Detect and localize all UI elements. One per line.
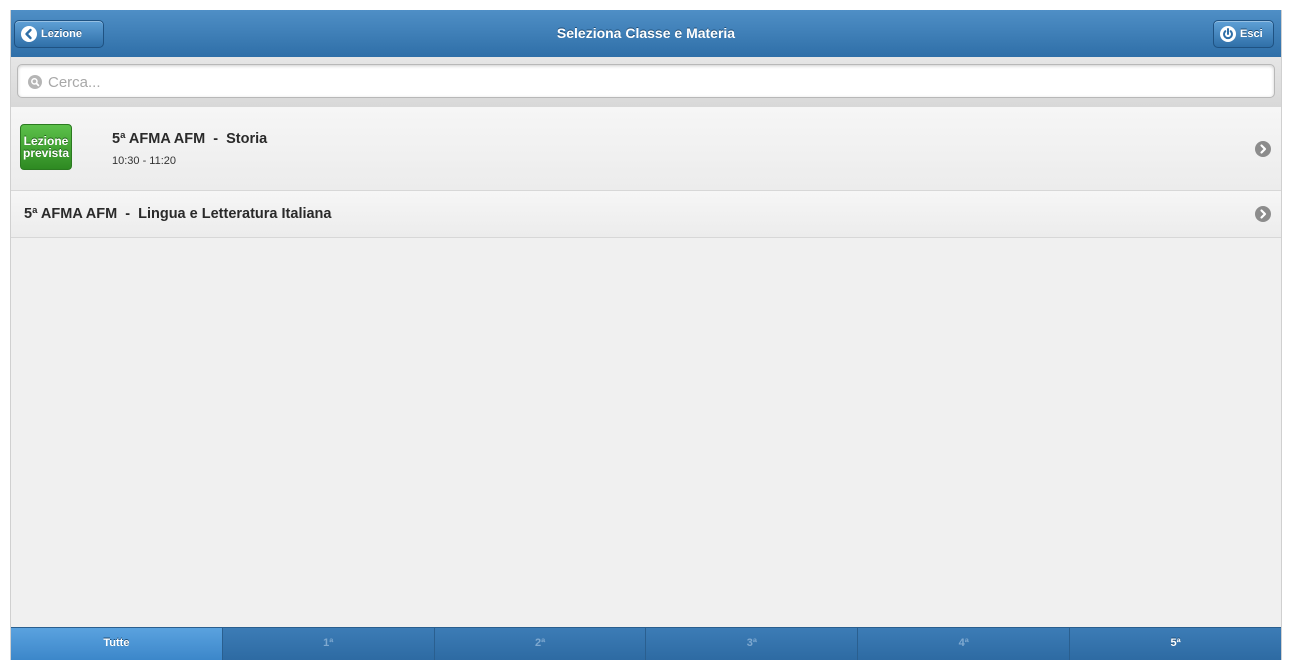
class-filter-tabs: Tutte 1ª 2ª 3ª 4ª 5ª [11,627,1281,660]
search-box[interactable] [17,64,1275,98]
chevron-right-icon [1255,141,1271,157]
app-window: Lezione Seleziona Classe e Materia Esci … [10,10,1282,660]
tab-2[interactable]: 2ª [433,628,646,660]
search-bar [11,57,1281,108]
tab-4[interactable]: 4ª [857,628,1069,660]
page-title: Seleziona Classe e Materia [556,25,736,41]
header-bar: Lezione Seleziona Classe e Materia Esci [11,10,1281,58]
tab-1[interactable]: 1ª [221,628,434,660]
power-icon [1220,26,1236,42]
search-icon [27,74,43,90]
list-item[interactable]: Lezione prevista 5ª AFMA AFM - Storia 10… [11,107,1281,191]
exit-button[interactable]: Esci [1213,20,1274,48]
tab-5[interactable]: 5ª [1069,628,1281,660]
list-item-title: 5ª AFMA AFM - Lingua e Letteratura Itali… [24,206,332,222]
badge-line2: prevista [22,146,70,160]
class-subject-list: Lezione prevista 5ª AFMA AFM - Storia 10… [11,107,1281,238]
lesson-scheduled-badge: Lezione prevista [20,124,72,170]
list-item-title: 5ª AFMA AFM - Storia [112,131,268,147]
list-item[interactable]: 5ª AFMA AFM - Lingua e Letteratura Itali… [11,191,1281,238]
tab-3[interactable]: 3ª [645,628,857,660]
list-item-time: 10:30 - 11:20 [112,155,177,167]
exit-button-label: Esci [1240,28,1263,40]
tab-all[interactable]: Tutte [11,628,222,660]
chevron-right-icon [1255,206,1271,222]
search-input[interactable] [46,70,1270,94]
